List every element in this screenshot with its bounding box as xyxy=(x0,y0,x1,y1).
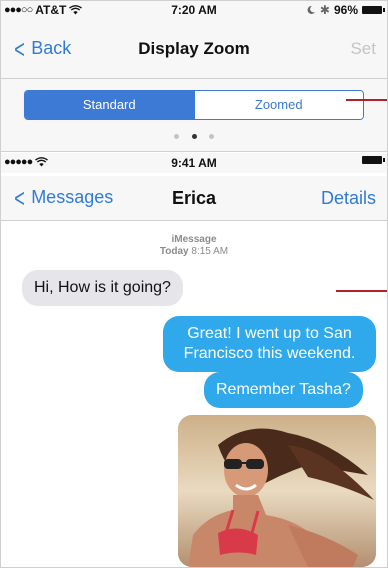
page-dot-current xyxy=(191,134,197,139)
photo-image xyxy=(178,415,376,567)
moon-icon xyxy=(307,5,315,14)
page-dot xyxy=(174,134,180,139)
bluetooth-icon: ✱ xyxy=(319,3,330,17)
display-zoom-segmented-control: Standard Zoomed xyxy=(24,90,364,120)
segment-standard[interactable]: Standard xyxy=(25,91,194,119)
status-time: 9:41 AM xyxy=(171,156,217,170)
divider xyxy=(0,78,388,79)
photo-attachment[interactable] xyxy=(178,415,376,567)
page-dot xyxy=(208,134,214,139)
screen-divider xyxy=(0,151,388,152)
divider xyxy=(0,220,388,221)
segment-zoomed[interactable]: Zoomed xyxy=(193,91,363,119)
service-label: iMessage xyxy=(171,234,217,245)
callout-line xyxy=(346,99,388,101)
page-indicator[interactable] xyxy=(0,126,388,144)
battery-icon xyxy=(362,6,385,14)
message-bubble-outgoing[interactable]: Great! I went up to San Francisco this w… xyxy=(163,316,376,372)
chat-header: iMessage Today 8:15 AM xyxy=(0,234,388,258)
status-bar-top: ●●●○○ AT&T 7:20 AM ✱ 96% xyxy=(0,0,388,20)
message-bubble-outgoing[interactable]: Remember Tasha? xyxy=(204,372,363,408)
status-bar-preview: ●●●●● 9:41 AM xyxy=(0,153,388,173)
callout-line xyxy=(336,290,388,292)
battery-percent: 96% xyxy=(333,3,358,17)
details-button[interactable]: Details xyxy=(321,188,376,209)
battery-icon xyxy=(362,156,385,164)
set-button[interactable]: Set xyxy=(350,39,376,59)
nav-bar-display-zoom: < Back Display Zoom Set xyxy=(0,30,388,70)
page-title: Display Zoom xyxy=(138,39,250,58)
message-bubble-incoming[interactable]: Hi, How is it going? xyxy=(22,270,183,306)
nav-bar-messages: < Messages Erica Details xyxy=(0,176,388,220)
time-label: 8:15 AM xyxy=(191,246,229,257)
day-label: Today xyxy=(159,246,189,257)
